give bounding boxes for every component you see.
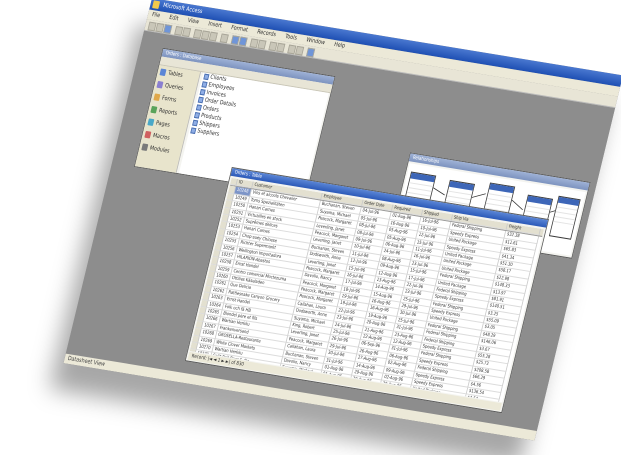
preview-icon[interactable]: [181, 27, 192, 38]
help-icon[interactable]: [306, 47, 316, 58]
nav-label: Tables: [167, 69, 184, 79]
macro-icon: [144, 130, 152, 139]
nav-label: Forms: [161, 94, 178, 104]
page-icon: [147, 118, 155, 127]
table-icon: [159, 68, 167, 77]
nav-label: Pages: [155, 119, 171, 129]
nav-label: Reports: [158, 107, 178, 117]
nav-label: Modules: [149, 144, 171, 155]
table-icon: [203, 73, 210, 81]
query-icon: [156, 80, 164, 89]
report-icon: [150, 105, 158, 114]
table-icon: [193, 112, 201, 119]
access-app-icon: [152, 0, 161, 10]
table-icon: [201, 81, 208, 88]
form-icon: [153, 93, 161, 102]
table-icon: [195, 104, 202, 111]
undo-icon[interactable]: [219, 33, 229, 44]
new-object-icon[interactable]: [295, 45, 305, 56]
delete-record-icon[interactable]: [276, 42, 286, 53]
table-icon: [197, 96, 204, 104]
table-icon: [199, 88, 206, 96]
table-icon: [190, 127, 197, 134]
save-icon[interactable]: [163, 24, 173, 34]
access-window: Microsoft Access File Edit View Insert F…: [63, 0, 621, 441]
find-icon[interactable]: [257, 39, 267, 50]
module-icon: [141, 143, 149, 152]
sort-descending-icon[interactable]: [238, 36, 248, 47]
nav-label: Queries: [164, 82, 185, 92]
paste-icon[interactable]: [208, 31, 218, 42]
nav-label: Macros: [152, 132, 171, 142]
table-icon: [192, 119, 199, 127]
